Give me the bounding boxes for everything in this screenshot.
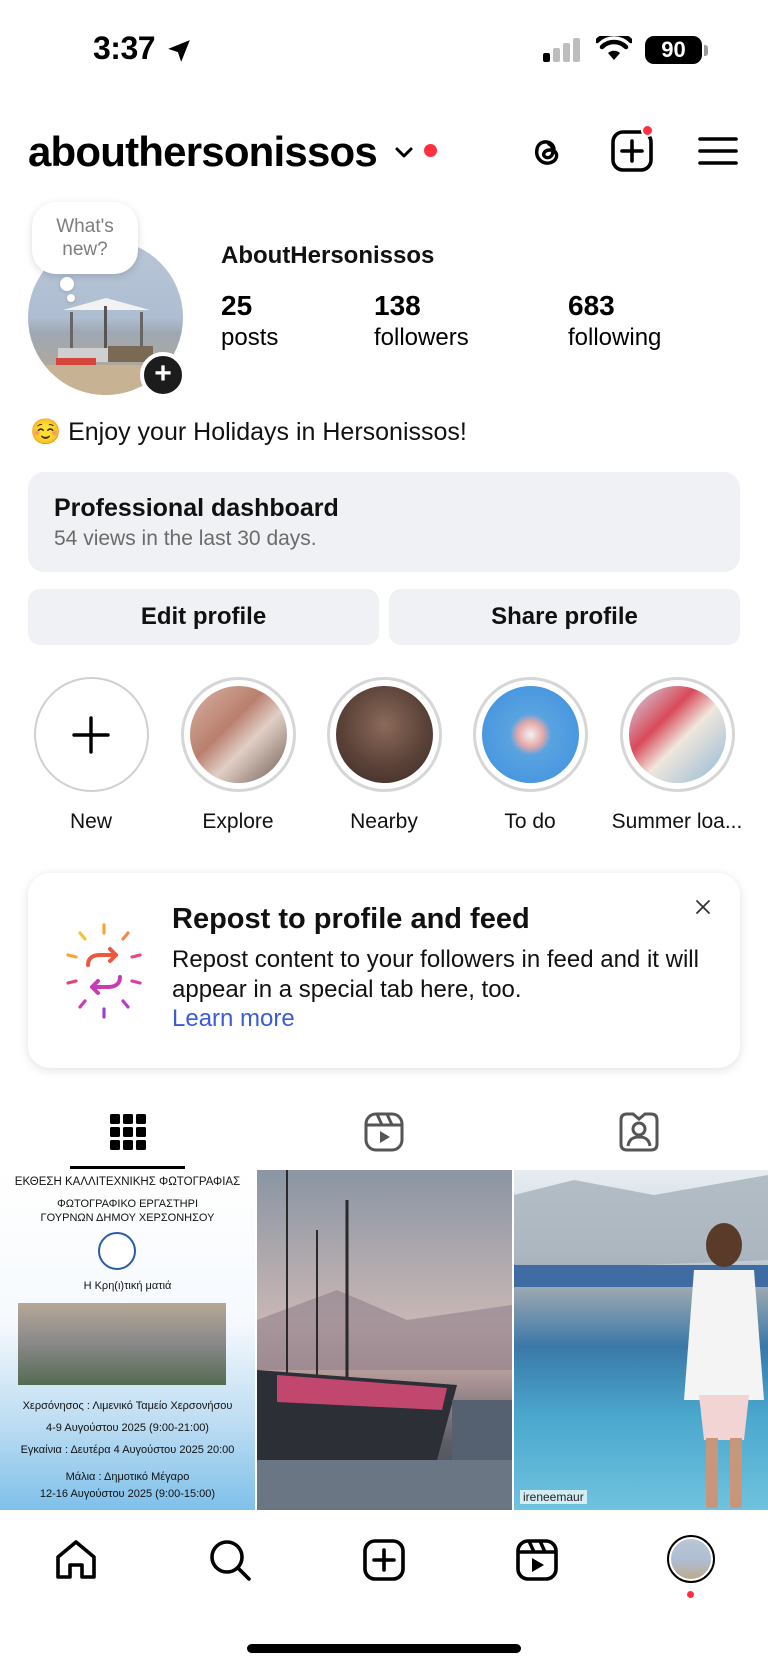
threads-icon[interactable] (523, 128, 569, 174)
create-post-button[interactable] (609, 124, 655, 174)
highlight-nearby[interactable]: Nearby (314, 677, 454, 834)
edit-profile-button[interactable]: Edit profile (28, 589, 379, 645)
poster-dates-1: 4-9 Αυγούστου 2025 (9:00-21:00) (46, 1422, 209, 1434)
bottom-navigation (0, 1515, 768, 1665)
display-name: AboutHersonissos (221, 242, 435, 269)
followers-number: 138 (374, 290, 421, 321)
tagged-person-icon[interactable] (617, 1110, 661, 1154)
highlight-label: New (69, 810, 112, 833)
reels-icon[interactable] (362, 1110, 406, 1154)
posts-label: posts (221, 324, 279, 351)
profile-content-tabs (0, 1100, 768, 1170)
whats-new-note[interactable]: What's new? (32, 202, 138, 274)
followers-count[interactable]: 138 followers (374, 290, 469, 352)
dashboard-title: Professional dashboard (54, 494, 339, 522)
highlight-cover-explore (189, 686, 287, 783)
profile-header: abouthersonissos (0, 118, 768, 184)
repost-promo-card: Repost to profile and feed Repost conten… (28, 873, 740, 1068)
active-tab-indicator (70, 1166, 185, 1169)
posts-number: 25 (221, 290, 253, 321)
highlight-explore[interactable]: Explore (168, 677, 308, 834)
note-tail-small (67, 294, 75, 302)
cellular-signal-icon (543, 38, 580, 62)
dashboard-subtitle: 54 views in the last 30 days. (54, 527, 317, 550)
grid-icon[interactable] (106, 1110, 150, 1154)
username-switcher[interactable]: abouthersonissos (28, 128, 378, 176)
highlight-ring (326, 677, 442, 792)
poster-photo (18, 1303, 226, 1385)
note-tail (60, 277, 74, 291)
close-icon[interactable] (695, 899, 711, 915)
beach-photo (514, 1175, 768, 1508)
highlight-cover-nearby (335, 686, 433, 783)
professional-dashboard[interactable]: Professional dashboard 54 views in the l… (28, 472, 740, 572)
following-label: following (568, 324, 662, 351)
poster-heading: ΕΚΘΕΣΗ ΚΑΛΛΙΤΕΧΝΙΚΗΣ ΦΩΤΟΓΡΑΦΙΑΣ (14, 1176, 241, 1188)
add-story-button[interactable]: + (140, 352, 186, 398)
highlight-label: Summer loa... (611, 810, 743, 833)
profile-bio: ☺️ Enjoy your Holidays in Hersonissos! (30, 418, 467, 446)
poster-dates-2: 12-16 Αυγούστου 2025 (9:00-15:00) (39, 1488, 216, 1500)
following-count[interactable]: 683 following (568, 290, 661, 352)
home-icon[interactable] (53, 1537, 99, 1583)
profile-nav-avatar[interactable] (667, 1535, 715, 1583)
municipality-logo (98, 1232, 136, 1270)
ship-photo (257, 1170, 512, 1510)
highlight-ring (619, 677, 735, 792)
search-icon[interactable] (207, 1537, 253, 1583)
create-badge-dot (641, 124, 654, 137)
following-number: 683 (568, 290, 615, 321)
card-title: Repost to profile and feed (172, 903, 530, 935)
profile-nav-image (671, 1539, 711, 1579)
posts-grid: ΕΚΘΕΣΗ ΚΑΛΛΙΤΕΧΝΙΚΗΣ ΦΩΤΟΓΡΑΦΙΑΣ ΦΩΤΟΓΡΑ… (0, 1170, 768, 1515)
highlight-new[interactable]: New (21, 677, 161, 834)
poster-title: Η Κρη(ι)τική ματιά (83, 1280, 172, 1292)
reels-nav-icon[interactable] (514, 1537, 560, 1583)
learn-more-link[interactable]: Learn more (172, 1005, 295, 1033)
grid-post-exhibition-poster[interactable]: ΕΚΘΕΣΗ ΚΑΛΛΙΤΕΧΝΙΚΗΣ ΦΩΤΟΓΡΑΦΙΑΣ ΦΩΤΟΓΡΑ… (0, 1170, 255, 1510)
poster-venue-2: Μάλια : Δημοτικό Μέγαρο (65, 1471, 190, 1483)
highlight-cover-to-do (481, 686, 579, 783)
clock: 3:37 (93, 30, 156, 66)
poster-venue-1: Χερσόνησος : Λιμενικό Ταμείο Χερσονήσου (22, 1400, 233, 1412)
share-profile-button[interactable]: Share profile (389, 589, 740, 645)
wifi-icon (596, 36, 632, 60)
poster-opening: Εγκαίνια : Δευτέρα 4 Αυγούστου 2025 20:0… (20, 1444, 235, 1456)
poster-subheading: ΦΩΤΟΓΡΑΦΙΚΟ ΕΡΓΑΣΤΗΡΙ ΓΟΥΡΝΩΝ ΔΗΜΟΥ ΧΕΡΣ… (40, 1198, 215, 1224)
highlight-to-do[interactable]: To do (460, 677, 600, 834)
highlight-summer[interactable]: Summer loa... (607, 677, 747, 834)
highlight-label: Explore (202, 810, 274, 833)
plus-icon (72, 715, 110, 754)
battery-indicator: 90 (645, 36, 702, 64)
posts-count[interactable]: 25 posts (221, 290, 278, 352)
home-indicator[interactable] (247, 1644, 521, 1653)
highlight-ring (180, 677, 296, 792)
highlight-label: Nearby (350, 810, 418, 833)
card-description: Repost content to your followers in feed… (172, 946, 699, 1003)
grid-post-beach-portrait[interactable]: ireneemaur (514, 1170, 768, 1510)
highlight-label: To do (504, 810, 556, 833)
menu-icon[interactable] (695, 128, 741, 174)
photo-credit: ireneemaur (520, 1490, 587, 1504)
followers-label: followers (374, 324, 469, 351)
grid-post-pirate-ship[interactable] (257, 1170, 512, 1510)
new-highlight-ring (33, 677, 149, 792)
status-bar: 3:37 90 (0, 0, 768, 100)
battery-tip (704, 45, 708, 56)
create-icon[interactable] (361, 1537, 407, 1583)
notification-dot (424, 144, 437, 157)
chevron-down-icon[interactable] (394, 146, 414, 160)
repost-icon (66, 923, 142, 1019)
location-arrow-icon (168, 40, 190, 62)
profile-notification-dot (687, 1591, 694, 1598)
highlight-ring (472, 677, 588, 792)
highlight-cover-summer (628, 686, 726, 783)
